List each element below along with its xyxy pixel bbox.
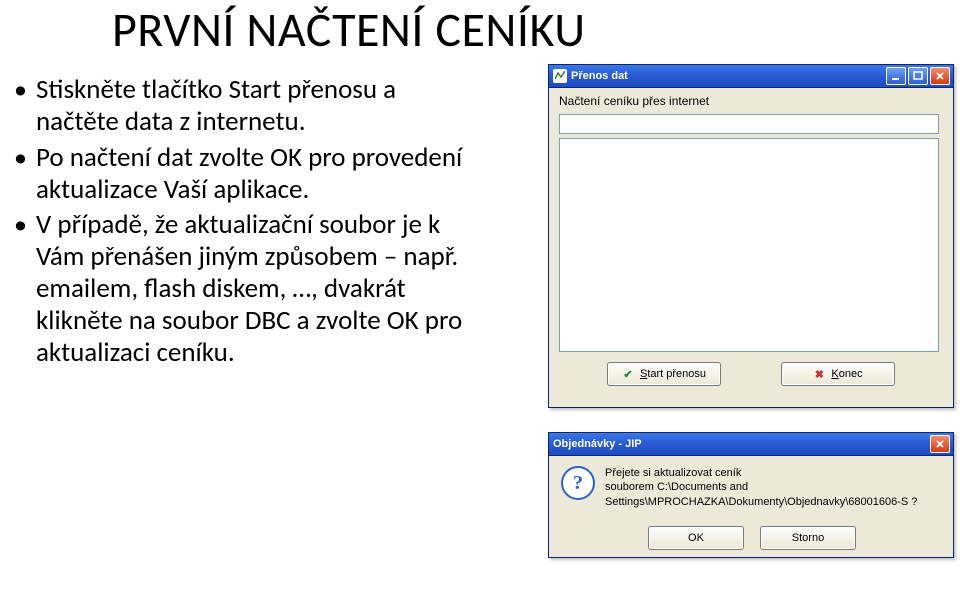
- confirm-dialog-titlebar[interactable]: Objednávky - JIP: [549, 433, 953, 456]
- question-icon: ?: [561, 466, 595, 500]
- slide-title: PRVNÍ NAČTENÍ CENÍKU: [112, 0, 586, 59]
- bullet-item: Stiskněte tlačítko Start přenosu a načtě…: [8, 74, 480, 138]
- transfer-app-icon: [553, 69, 567, 83]
- end-button-label: Konec: [831, 368, 862, 380]
- confirm-dialog-title: Objednávky - JIP: [553, 438, 930, 450]
- checkmark-icon: ✔: [622, 368, 634, 380]
- maximize-button[interactable]: [908, 67, 928, 85]
- bullet-item: Po načtení dat zvolte OK pro provedení a…: [8, 142, 480, 206]
- transfer-dialog-title: Přenos dat: [571, 70, 886, 82]
- transfer-label: Načtení ceníku přes internet: [559, 94, 943, 108]
- transfer-dialog: Přenos dat Načtení ceníku přes internet …: [548, 64, 954, 408]
- minimize-button[interactable]: [886, 67, 906, 85]
- bullet-list: Stiskněte tlačítko Start přenosu a načtě…: [8, 74, 480, 373]
- start-transfer-button[interactable]: ✔ Start přenosu: [607, 362, 721, 386]
- confirm-message: Přejete si aktualizovat ceník souborem C…: [605, 466, 943, 509]
- close-button[interactable]: [930, 435, 950, 453]
- cancel-button[interactable]: Storno: [760, 526, 856, 550]
- start-transfer-label: Start přenosu: [640, 368, 706, 380]
- end-button[interactable]: ✖ Konec: [781, 362, 895, 386]
- ok-button[interactable]: OK: [648, 526, 744, 550]
- bullet-item: V případě, že aktualizační soubor je k V…: [8, 209, 480, 368]
- cross-icon: ✖: [813, 368, 825, 380]
- transfer-dialog-titlebar[interactable]: Přenos dat: [549, 65, 953, 88]
- close-button[interactable]: [930, 67, 950, 85]
- confirm-dialog: Objednávky - JIP ? Přejete si aktualizov…: [548, 432, 954, 558]
- transfer-log-area: [559, 138, 939, 352]
- transfer-status-field: [559, 114, 939, 134]
